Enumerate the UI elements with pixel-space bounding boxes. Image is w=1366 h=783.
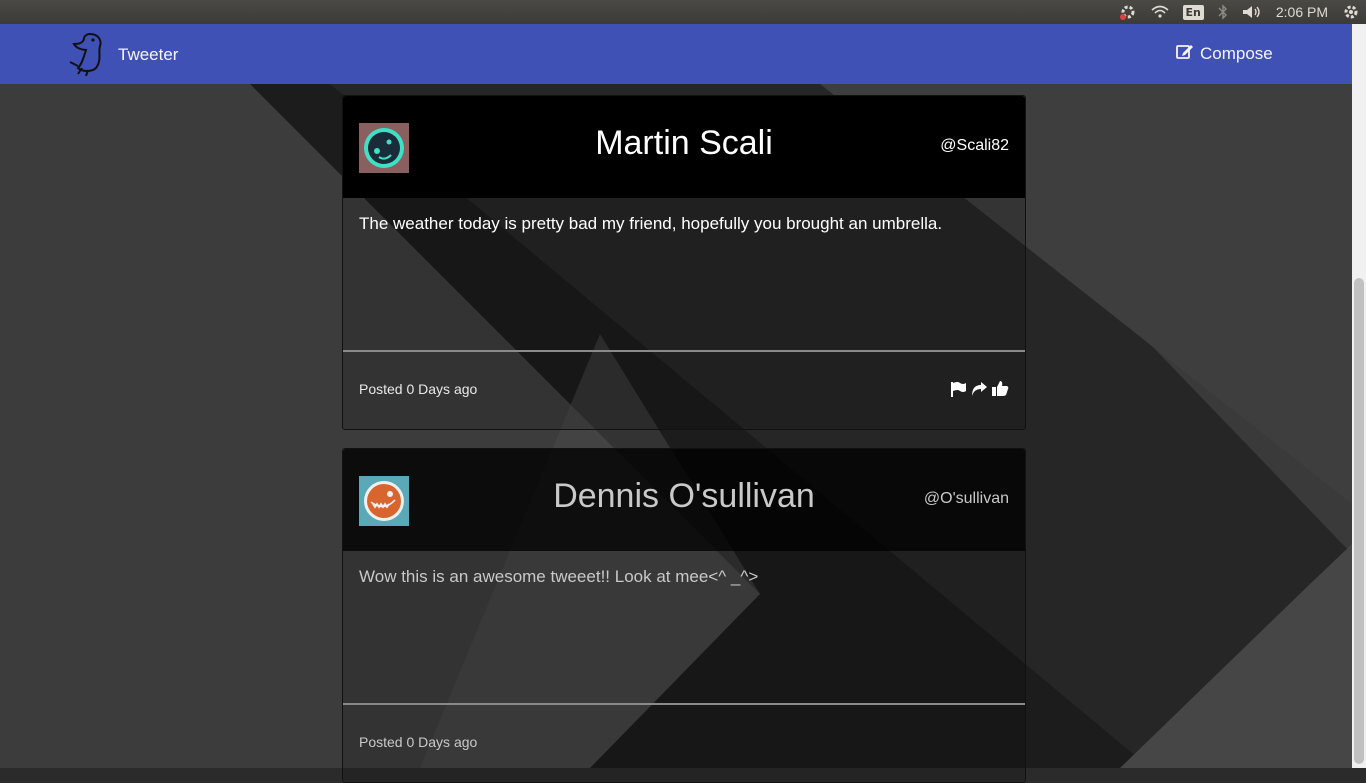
brand-name: Tweeter xyxy=(118,45,178,65)
posted-info: Posted 0 Days ago xyxy=(359,381,477,397)
share-icon[interactable] xyxy=(970,381,988,397)
flag-icon[interactable] xyxy=(950,381,967,397)
tweet-header: Martin Scali @Scali82 xyxy=(343,96,1025,198)
posted-prefix: Posted xyxy=(359,381,403,397)
tweet-card: Dennis O'sullivan @O'sullivan Wow this i… xyxy=(342,448,1026,783)
clock[interactable]: 2:06 PM xyxy=(1276,0,1328,24)
power-gear-icon[interactable] xyxy=(1342,0,1360,24)
tweet-actions xyxy=(950,380,1009,397)
posted-prefix: Posted xyxy=(359,734,403,750)
volume-icon[interactable] xyxy=(1242,0,1262,24)
bluetooth-icon[interactable] xyxy=(1218,0,1228,24)
page-scrollbar[interactable] xyxy=(1352,24,1366,768)
edit-icon xyxy=(1176,43,1194,65)
like-icon[interactable] xyxy=(991,380,1009,397)
author-name: Dennis O'sullivan xyxy=(343,477,1025,516)
author-handle[interactable]: @O'sullivan xyxy=(924,490,1009,508)
author-handle[interactable]: @Scali82 xyxy=(940,137,1009,155)
compose-label: Compose xyxy=(1200,44,1273,64)
tweet-text: Wow this is an awesome tweeet!! Look at … xyxy=(343,551,1025,705)
navbar: Tweeter Compose xyxy=(0,24,1352,84)
tweet-card: Martin Scali @Scali82 The weather today … xyxy=(342,95,1026,430)
tweet-footer: Posted 0 Days ago xyxy=(343,352,1025,429)
puffin-logo-icon xyxy=(68,30,108,80)
system-tray: En 2:06 PM xyxy=(1119,0,1366,24)
settings-gear-icon[interactable] xyxy=(1119,0,1137,24)
posted-age: 0 Days ago xyxy=(406,381,477,397)
wifi-icon[interactable] xyxy=(1151,0,1169,24)
posted-age: 0 Days ago xyxy=(406,734,477,750)
language-indicator[interactable]: En xyxy=(1183,0,1204,24)
tweet-footer: Posted 0 Days ago xyxy=(343,705,1025,782)
compose-button[interactable]: Compose xyxy=(1176,43,1273,65)
scrollbar-thumb[interactable] xyxy=(1354,278,1364,764)
posted-info: Posted 0 Days ago xyxy=(359,734,477,750)
os-top-bar: En 2:06 PM xyxy=(0,0,1366,24)
tweet-text: The weather today is pretty bad my frien… xyxy=(343,198,1025,352)
brand-link[interactable]: Tweeter xyxy=(68,30,178,80)
tweet-header: Dennis O'sullivan @O'sullivan xyxy=(343,449,1025,551)
author-name: Martin Scali xyxy=(343,124,1025,163)
language-label: En xyxy=(1183,5,1204,20)
